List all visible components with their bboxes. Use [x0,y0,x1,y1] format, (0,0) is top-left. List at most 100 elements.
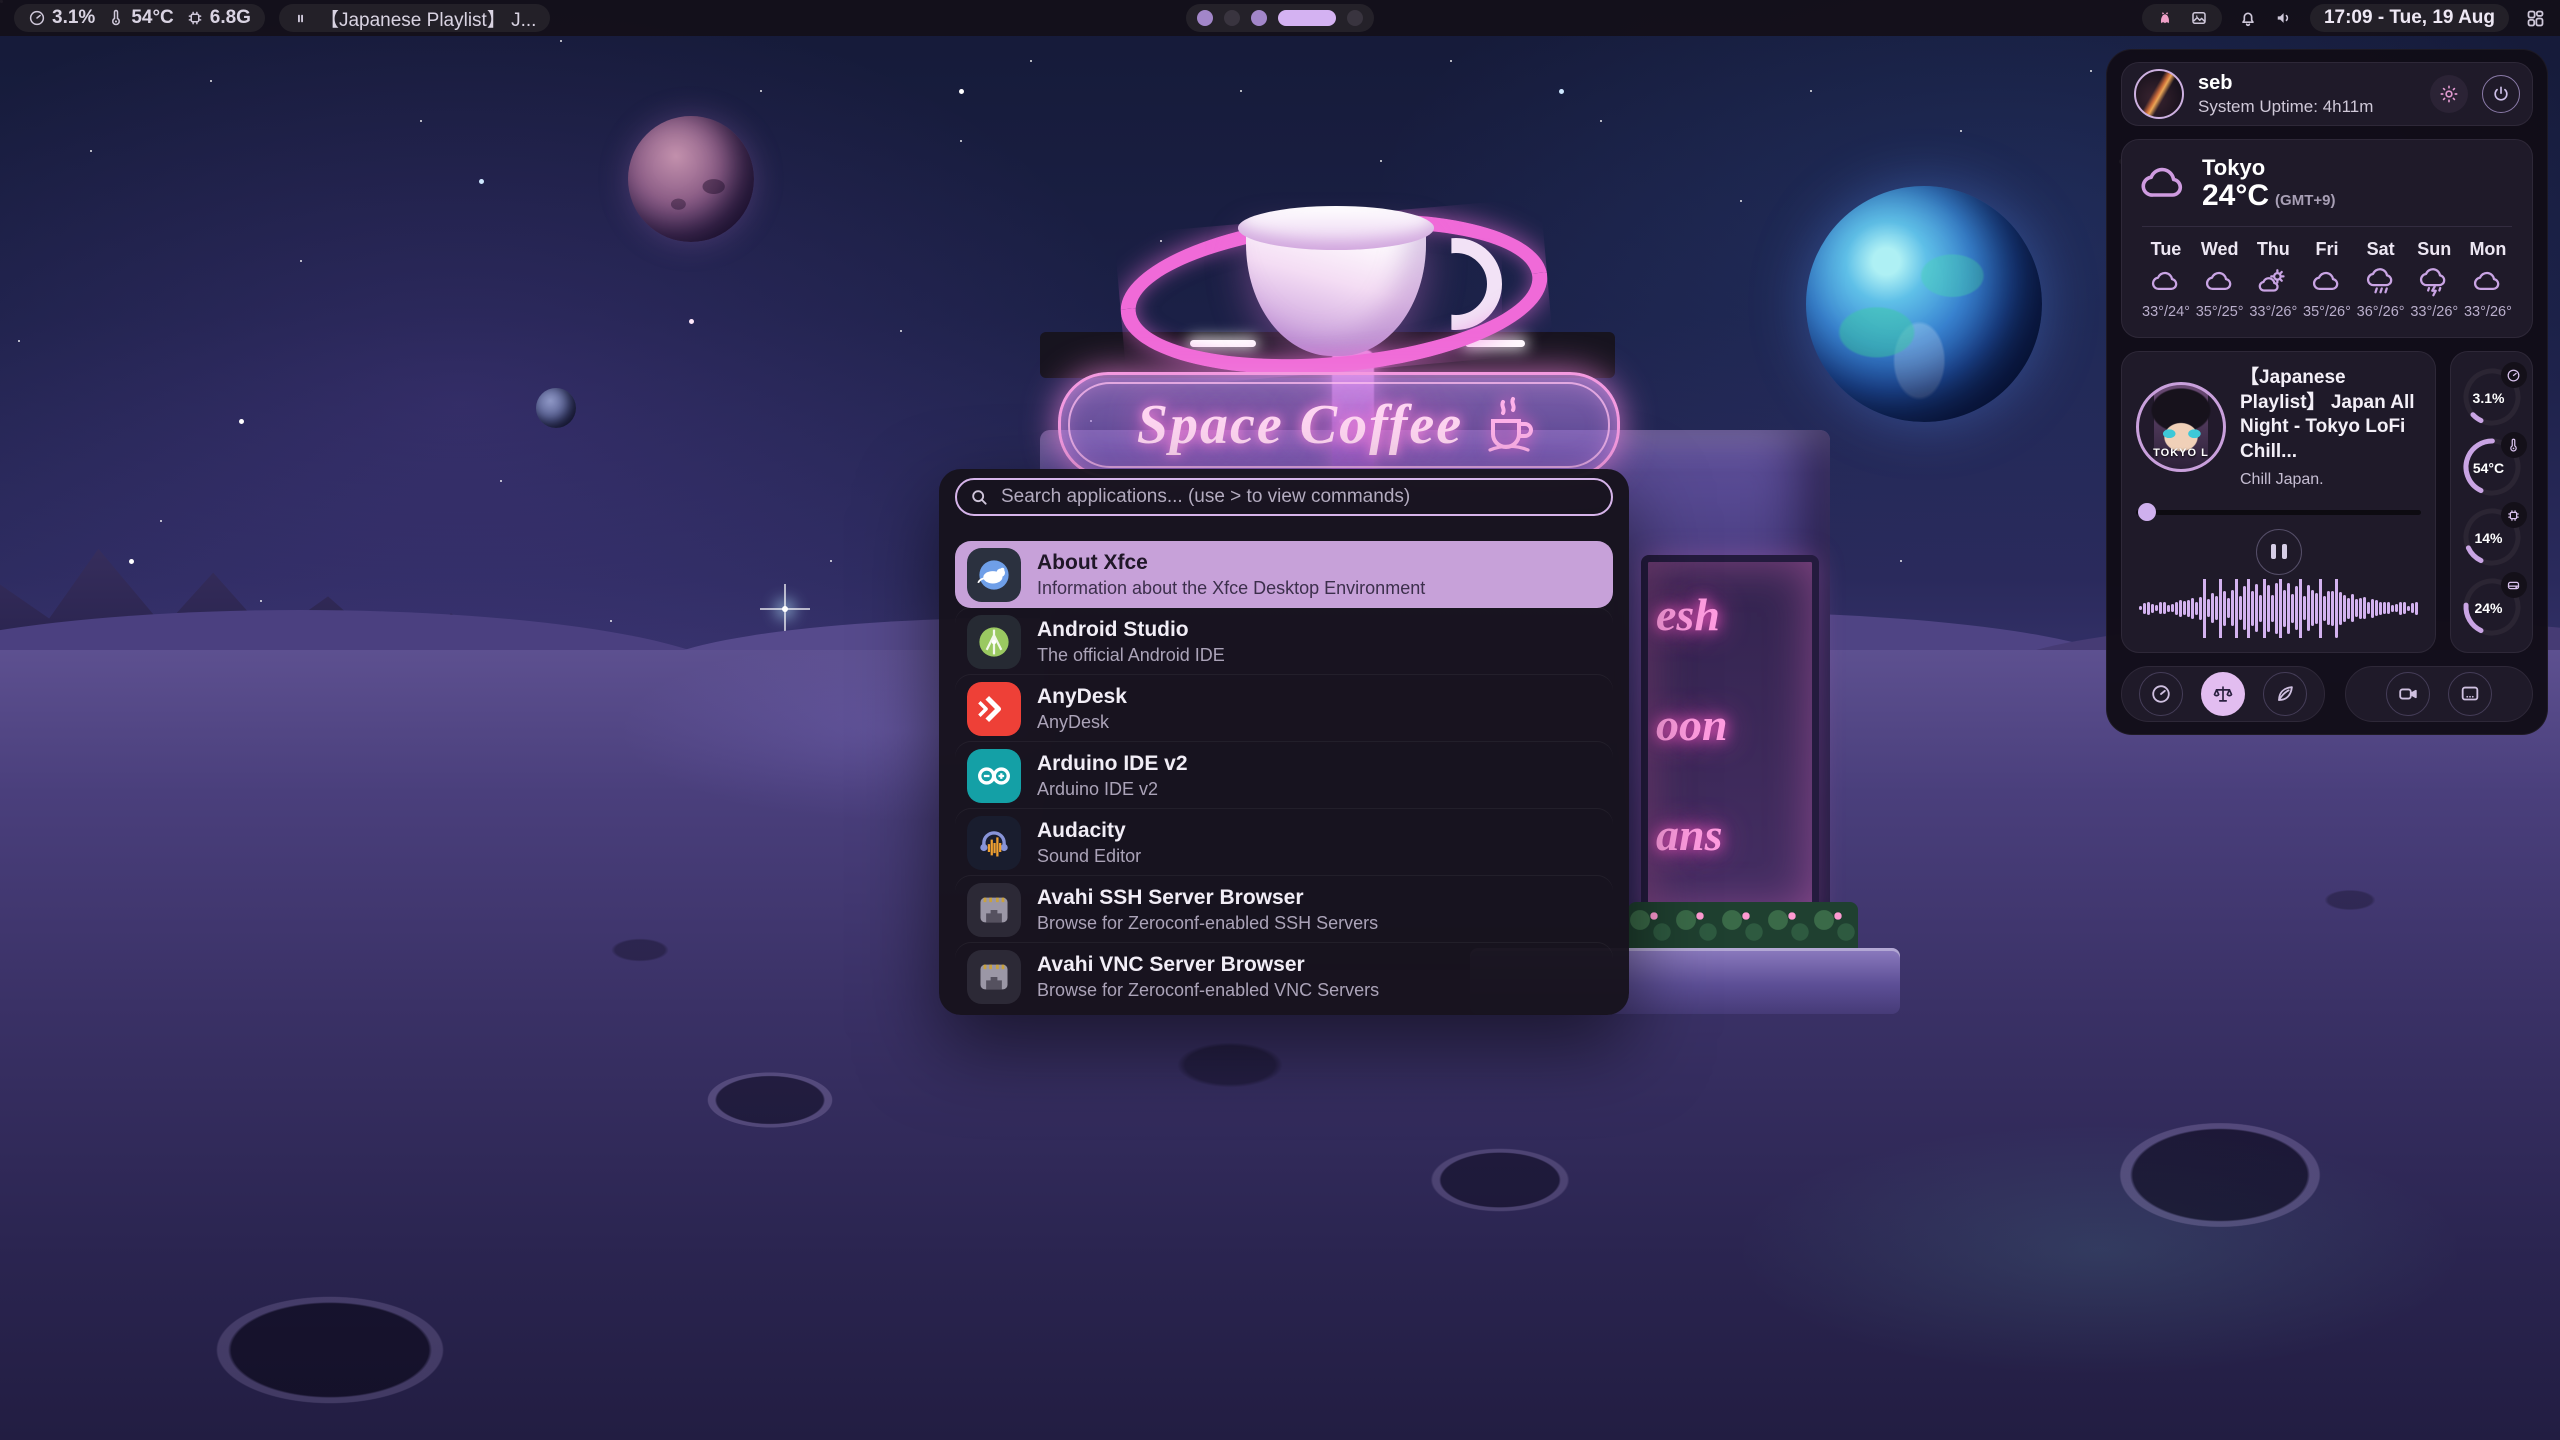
launcher-search[interactable] [955,478,1613,516]
workspace-indicator[interactable] [1186,4,1374,32]
control-panel: seb System Uptime: 4h11m Tokyo 24°C(GMT+… [2106,49,2548,735]
screenshot-button[interactable] [2448,672,2492,716]
app-subtitle: Information about the Xfce Desktop Envir… [1037,578,1425,599]
app-subtitle: Browse for Zeroconf-enabled SSH Servers [1037,913,1378,934]
app-subtitle: The official Android IDE [1037,645,1225,666]
now-playing-label: 【Japanese Playlist】 J... [320,5,536,32]
floating-coffee-cup [1118,112,1548,382]
star-flare [782,606,788,612]
app-title: AnyDesk [1037,685,1127,709]
overview-grid-icon[interactable] [2525,8,2546,29]
launcher-item-audacity[interactable]: Audacity Sound Editor [955,809,1613,876]
launcher-item-anydesk[interactable]: AnyDesk AnyDesk [955,675,1613,742]
audacity-icon [967,816,1021,870]
launcher-item-arduino[interactable]: Arduino IDE v2 Arduino IDE v2 [955,742,1613,809]
powersave-profile-button[interactable] [2263,672,2307,716]
window-neon-text: esh [1656,588,1720,641]
window-neon-text: oon [1656,698,1728,751]
divider [2142,226,2512,227]
screenshot-icon [2459,683,2481,705]
app-subtitle: AnyDesk [1037,712,1127,733]
power-icon [2491,84,2511,104]
app-title: Arduino IDE v2 [1037,752,1188,776]
workspace-dot[interactable] [1347,10,1363,26]
cpu-usage-stat: 3.1% [28,7,95,29]
weather-icon [2258,267,2288,297]
weather-icon [2312,267,2342,297]
shop-window: esh oon ans [1641,555,1819,919]
seek-thumb[interactable] [2138,503,2156,521]
pause-icon [293,11,308,26]
launcher-item-avahi-ssh[interactable]: Avahi SSH Server Browser Browse for Zero… [955,876,1613,943]
thermometer-icon [2501,432,2527,458]
search-input[interactable] [999,485,1605,509]
cpu-temp-stat: 54°C [107,7,173,29]
gauge-icon [28,9,46,27]
app-list: About Xfce Information about the Xfce De… [955,541,1613,1010]
settings-button[interactable] [2430,75,2468,113]
workspace-dot[interactable] [1251,10,1267,26]
launcher-item-avahi-vnc[interactable]: Avahi VNC Server Browser Browse for Zero… [955,943,1613,1010]
launcher-item-about-xfce[interactable]: About Xfce Information about the Xfce De… [955,541,1613,608]
user-card: seb System Uptime: 4h11m [2121,62,2533,126]
speaker-icon[interactable] [2274,8,2294,28]
speedometer-icon [2501,362,2527,388]
bell-icon[interactable] [2238,8,2258,28]
earth-planet [1806,186,2042,422]
workspace-dot[interactable] [1224,10,1240,26]
capture-group [2345,666,2533,722]
system-gauges-card: 3.1% 54°C 14% 24% [2450,351,2533,653]
avatar[interactable] [2134,69,2184,119]
small-moon [536,388,576,428]
weather-icon [2151,267,2181,297]
chip-icon [186,9,204,27]
top-bar: 3.1% 54°C 6.8G 【Japanese Playlist】 J... … [0,0,2560,36]
disk-icon [2501,572,2527,598]
gear-icon [2439,84,2459,104]
seek-bar[interactable] [2136,503,2421,521]
speedometer-icon [2150,683,2172,705]
system-tray[interactable] [2142,4,2222,32]
system-stats-pill[interactable]: 3.1% 54°C 6.8G [14,4,265,32]
videocam-icon [2397,683,2419,705]
workspace-dot[interactable] [1278,10,1336,26]
weather-temp: 24°C [2202,179,2269,212]
uptime-label: System Uptime: 4h11m [2198,97,2416,117]
forecast-day: Fri35°/26° [2301,239,2353,320]
power-button[interactable] [2482,75,2520,113]
memory-gauge: 14% [2461,506,2523,568]
thermometer-icon [107,9,125,27]
app-subtitle: Browse for Zeroconf-enabled VNC Servers [1037,980,1379,1001]
app-subtitle: Sound Editor [1037,846,1141,867]
clock-pill[interactable]: 17:09 - Tue, 19 Aug [2310,4,2509,32]
forecast-day: Tue33°/24° [2140,239,2192,320]
album-art: TOKYO L [2136,382,2226,472]
sign-text: Space Coffee [1137,393,1463,457]
weather-icon [2473,267,2503,297]
app-title: Android Studio [1037,618,1225,642]
network-port-icon [967,950,1021,1004]
forecast-day: Sun33°/26° [2408,239,2460,320]
xfce-app-icon [967,548,1021,602]
launcher-item-android-studio[interactable]: Android Studio The official Android IDE [955,608,1613,675]
arduino-icon [967,749,1021,803]
workspace-dot[interactable] [1197,10,1213,26]
pet-icon[interactable] [2156,9,2174,27]
now-playing-pill[interactable]: 【Japanese Playlist】 J... [279,4,550,32]
screen-record-button[interactable] [2386,672,2430,716]
anydesk-icon [967,682,1021,736]
memory-icon [2501,502,2527,528]
audio-visualizer [2136,579,2421,638]
app-subtitle: Arduino IDE v2 [1037,779,1188,800]
search-icon [969,487,989,507]
forecast-day: Wed35°/25° [2194,239,2246,320]
purple-planet [628,116,754,242]
coffee-cup-icon [1477,393,1541,457]
clock-label: 17:09 - Tue, 19 Aug [2324,7,2495,29]
wallpaper-icon[interactable] [2190,9,2208,27]
username: seb [2198,72,2416,95]
balanced-profile-button[interactable] [2201,672,2245,716]
performance-profile-button[interactable] [2139,672,2183,716]
pause-button[interactable] [2256,529,2302,575]
media-player-card: TOKYO L 【Japanese Playlist】 Japan All Ni… [2121,351,2436,653]
